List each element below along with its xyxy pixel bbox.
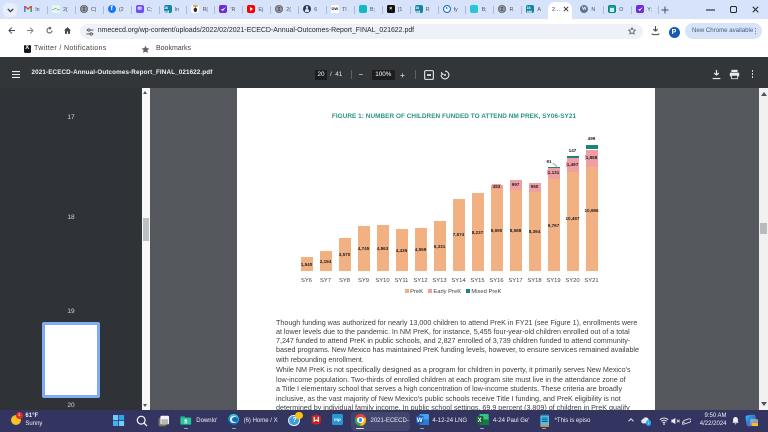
svg-text:W: W (416, 417, 422, 424)
svg-text:X: X (478, 418, 482, 424)
